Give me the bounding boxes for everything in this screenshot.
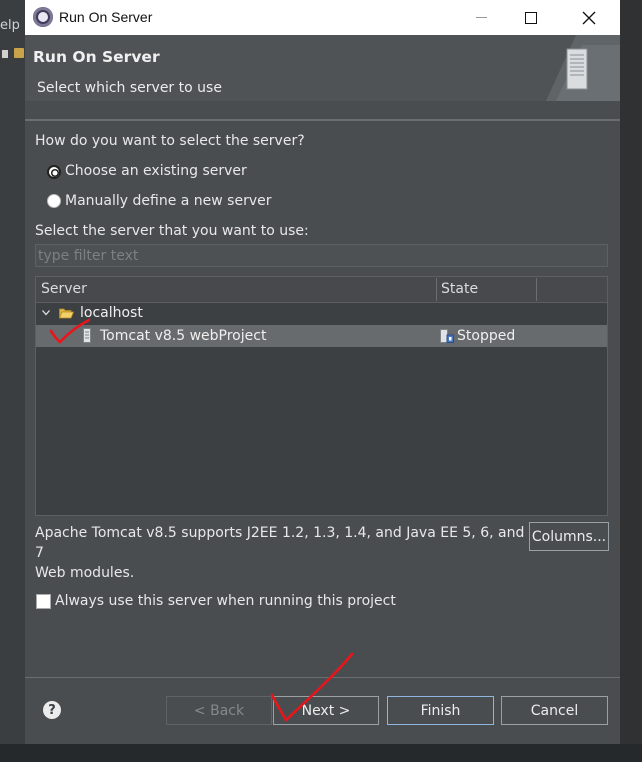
server-list-label: Select the server that you want to use: [35,223,309,239]
server-state: Stopped [457,328,516,344]
column-state[interactable]: State [441,281,478,297]
header-title: Run On Server [33,48,160,66]
radio-existing-server-label[interactable]: Choose an existing server [65,163,247,179]
help-icon[interactable]: ? [43,701,61,719]
minimize-button[interactable] [458,0,504,35]
table-row-tomcat[interactable]: Tomcat v8.5 webProject Stopped [36,325,607,347]
red-check-annotation [49,318,91,344]
server-stopped-icon [440,329,454,343]
always-use-checkbox[interactable] [36,594,51,609]
column-server[interactable]: Server [41,281,87,297]
back-button[interactable]: < Back [166,696,272,725]
background-bottom [0,744,642,762]
cancel-button[interactable]: Cancel [501,696,608,725]
background-menu-help: elp [0,18,20,33]
maximize-button[interactable] [508,0,554,35]
toolbar-arrow-icon [2,50,8,58]
eclipse-icon [33,7,53,27]
red-check-annotation [270,652,354,723]
radio-new-server-label[interactable]: Manually define a new server [65,193,272,209]
maximize-icon [525,11,537,24]
dialog-header: Run On Server Select which server to use [25,35,620,101]
server-description: Apache Tomcat v8.5 supports J2EE 1.2, 1.… [35,523,525,583]
finish-button[interactable]: Finish [387,696,494,725]
radio-new-server[interactable] [47,194,61,208]
table-row-localhost[interactable]: localhost [36,302,607,325]
server-name: Tomcat v8.5 webProject [100,328,267,344]
column-divider[interactable] [436,278,437,301]
table-header: Server State [36,277,607,303]
server-banner-icon [546,35,620,101]
run-on-server-dialog: Run On Server Run On Server Select which… [25,0,620,744]
radio-existing-server[interactable] [47,165,61,179]
close-button[interactable] [566,0,612,35]
filter-input[interactable] [35,244,608,267]
server-description-line: Web modules. [35,565,135,581]
server-table[interactable]: Server State localhost Tomcat v8.5 webPr… [35,276,608,516]
server-description-line: Apache Tomcat v8.5 supports J2EE 1.2, 1.… [35,525,525,561]
selection-question: How do you want to select the server? [35,133,305,149]
folder-icon [14,48,24,58]
chevron-down-icon[interactable] [42,310,50,316]
header-separator [25,119,620,121]
window-title: Run On Server [59,9,153,25]
column-divider[interactable] [536,278,537,301]
header-description: Select which server to use [37,80,222,96]
minimize-icon [475,17,487,18]
columns-button[interactable]: Columns... [529,522,609,551]
close-icon [582,11,596,24]
always-use-label[interactable]: Always use this server when running this… [55,593,396,609]
background-workbench [0,0,25,762]
title-bar: Run On Server [25,0,620,35]
